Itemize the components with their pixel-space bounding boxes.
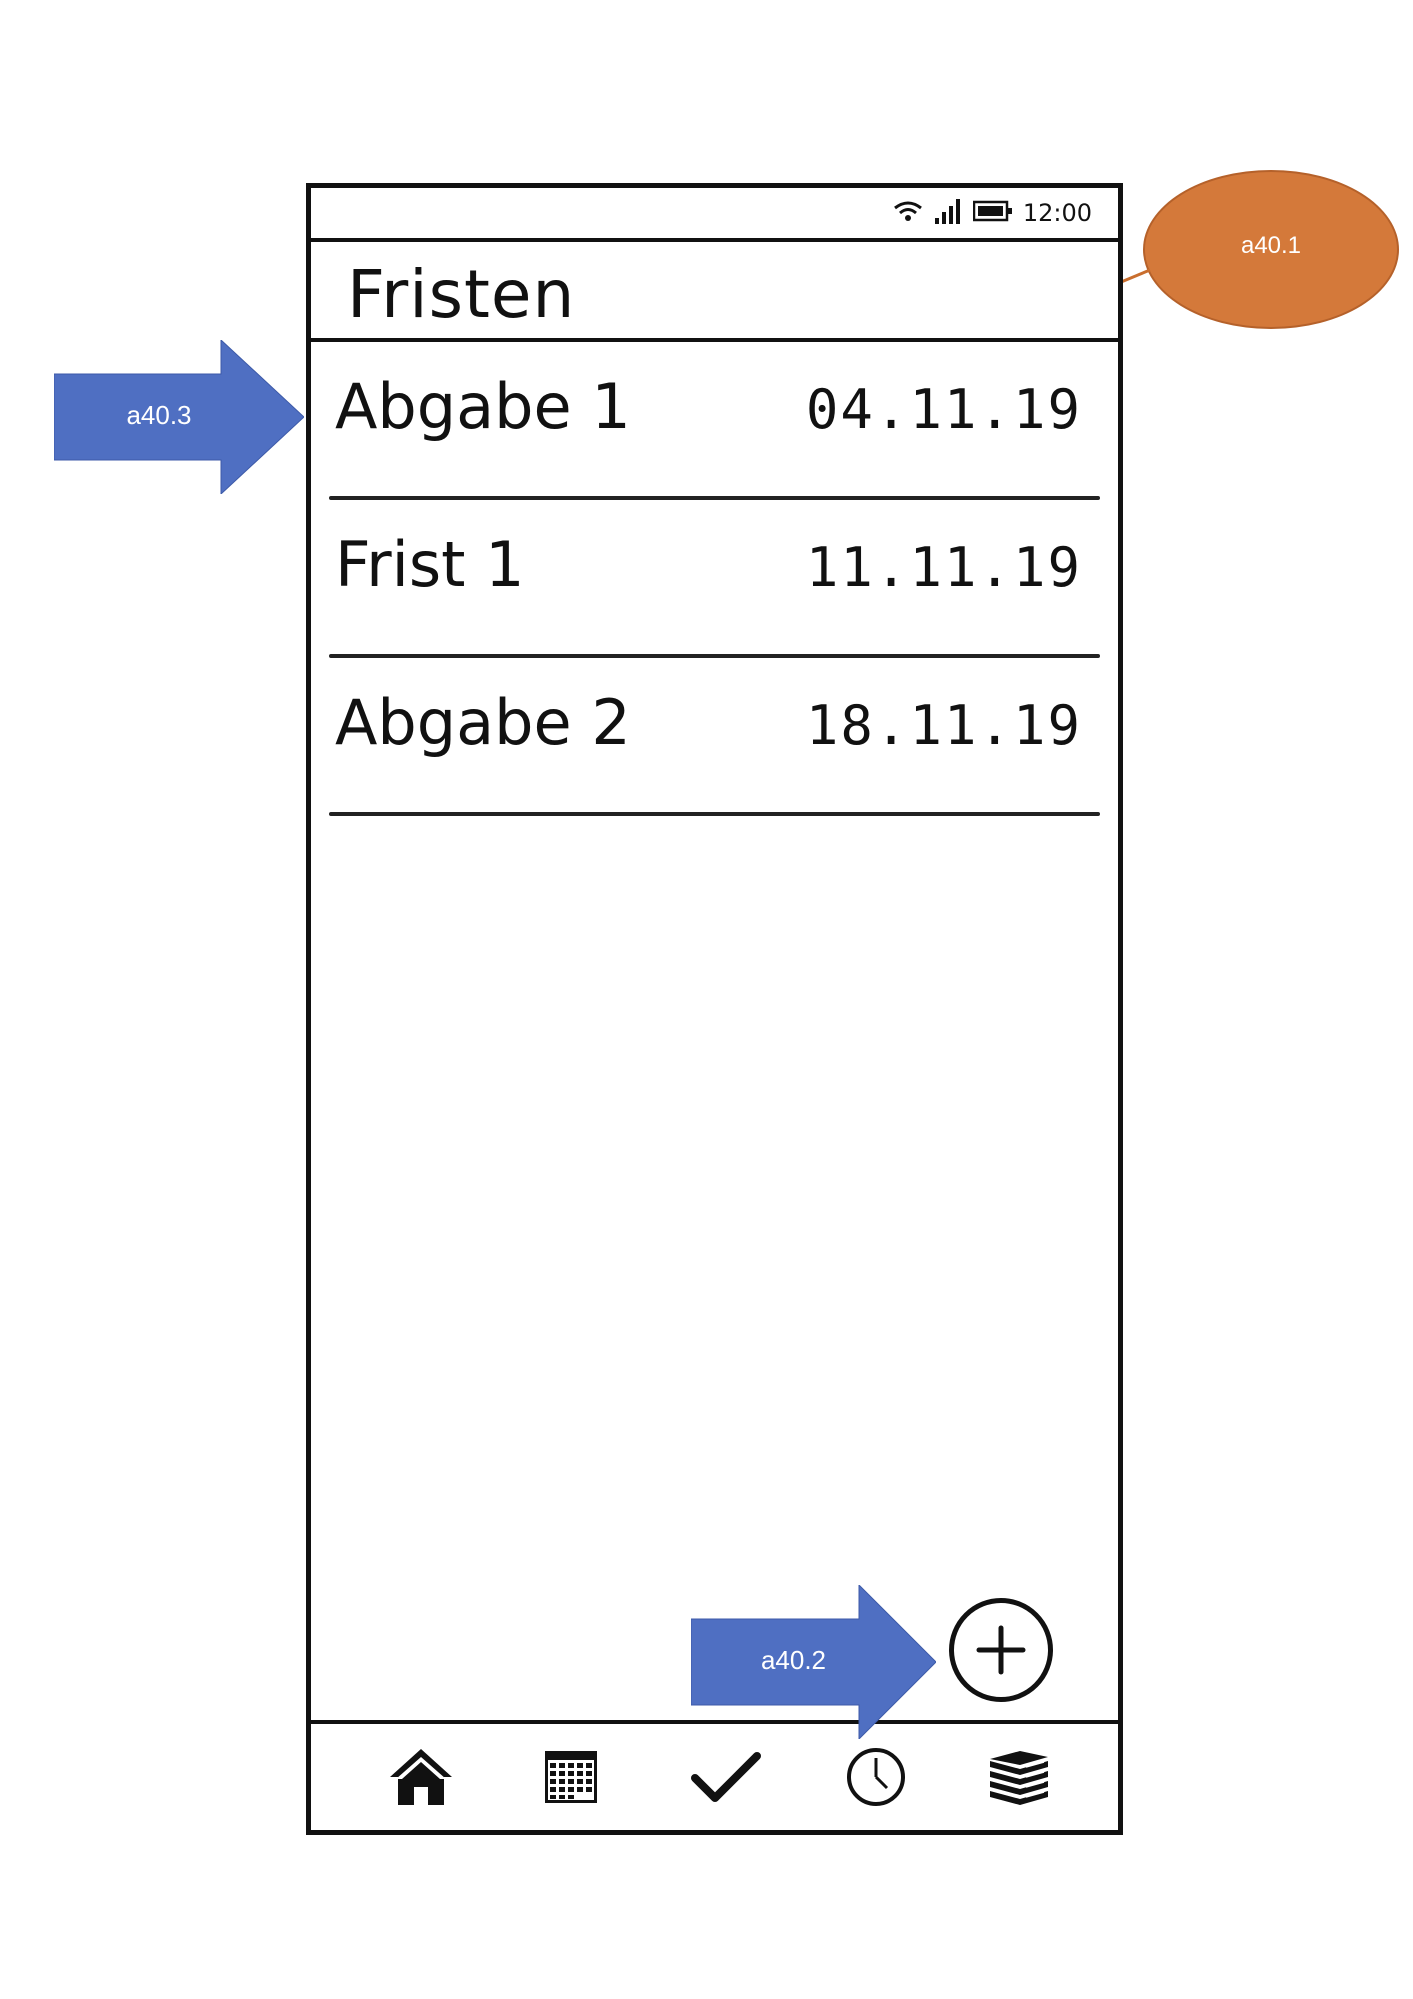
plus-icon [976,1625,1026,1675]
checkmark-icon [691,1752,761,1802]
annotation-arrow-a40-3: a40.3 [53,338,305,496]
add-deadline-button[interactable] [949,1598,1053,1702]
annotation-label: a40.2 [760,1645,827,1675]
title-bar: Fristen [311,242,1118,342]
status-bar: 12:00 [311,188,1118,242]
calendar-icon [545,1751,597,1803]
annotation-arrow-a40-2: a40.2 [690,1583,937,1741]
list-item[interactable]: Frist 1 11.11.19 [311,500,1118,658]
status-icons: 12:00 [893,198,1092,228]
deadline-name: Abgabe 2 [335,686,631,759]
annotation-label: a40.1 [1240,232,1302,259]
annotation-label: a40.3 [126,400,192,430]
home-icon [390,1749,452,1805]
signal-icon [933,198,963,228]
nav-time[interactable] [841,1744,911,1810]
battery-icon [972,200,1013,226]
clock-icon [847,1748,905,1806]
nav-home[interactable] [386,1744,456,1810]
deadline-name: Frist 1 [335,528,525,601]
books-icon [990,1751,1048,1805]
deadline-date: 18.11.19 [805,694,1082,757]
list-item[interactable]: Abgabe 1 04.11.19 [311,342,1118,500]
nav-tasks[interactable] [691,1744,761,1810]
list-item[interactable]: Abgabe 2 18.11.19 [311,658,1118,816]
nav-calendar[interactable] [536,1744,606,1810]
deadline-name: Abgabe 1 [335,370,631,443]
deadline-date: 04.11.19 [805,378,1082,441]
deadline-date: 11.11.19 [805,536,1082,599]
row-divider [329,812,1100,816]
deadline-list: Abgabe 1 04.11.19 Frist 1 11.11.19 Abgab… [311,342,1118,816]
page-title: Fristen [347,256,576,333]
status-time: 12:00 [1022,199,1092,227]
wifi-icon [893,200,923,226]
annotation-bubble-a40-1: a40.1 [1143,170,1399,329]
nav-library[interactable] [984,1744,1054,1810]
